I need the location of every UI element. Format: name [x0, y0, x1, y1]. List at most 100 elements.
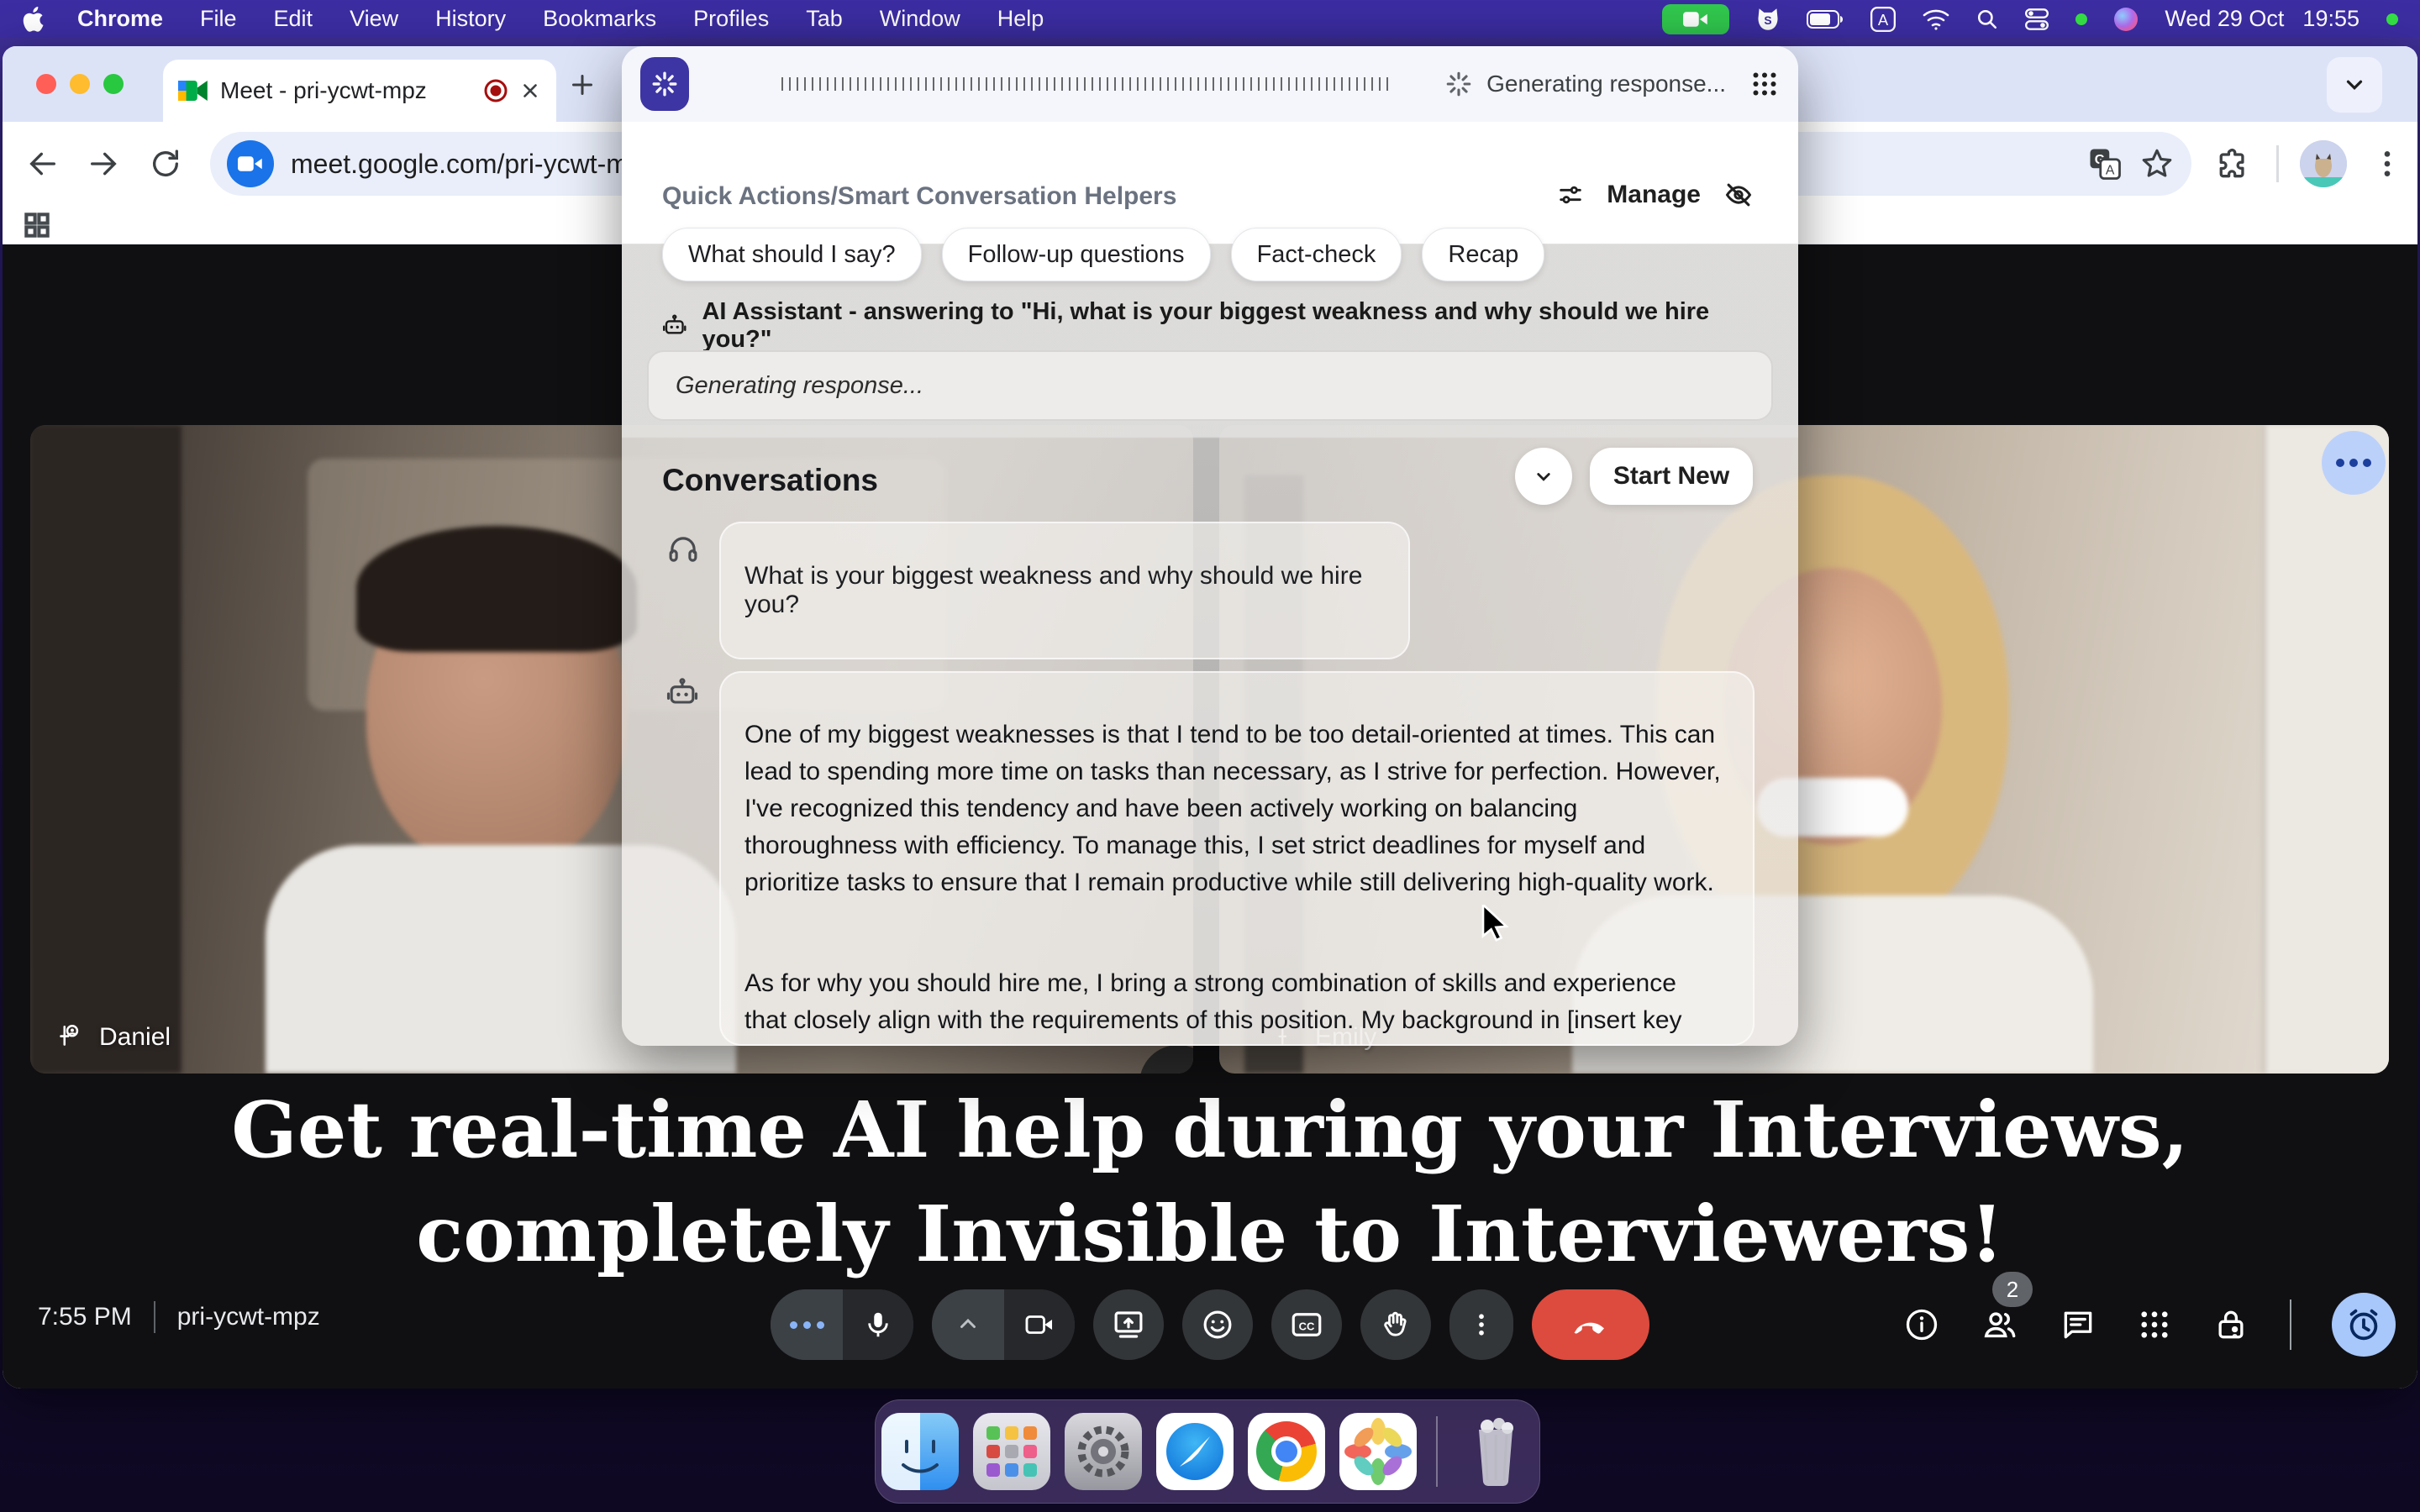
raise-hand-button[interactable] [1360, 1289, 1431, 1360]
macos-dock [875, 1399, 1540, 1504]
camera-icon[interactable] [1004, 1289, 1075, 1360]
panel-header[interactable]: Generating response... [622, 46, 1798, 122]
generating-status: Generating response... [1486, 71, 1726, 97]
extension-floating-button[interactable] [2322, 431, 2386, 495]
activities-grid-icon[interactable] [2137, 1307, 2172, 1342]
translate-icon[interactable]: GA [2087, 146, 2123, 181]
start-new-button[interactable]: Start New [1590, 448, 1753, 505]
zoom-window-button[interactable] [103, 74, 124, 94]
menu-window[interactable]: Window [880, 6, 960, 32]
conversations-title: Conversations [662, 463, 878, 498]
dock-settings-icon[interactable] [1065, 1413, 1142, 1490]
dock-chrome-icon[interactable] [1248, 1413, 1325, 1490]
dock-divider [1436, 1416, 1438, 1487]
input-source-icon[interactable]: A [1870, 7, 1896, 32]
apps-grid-icon[interactable] [1749, 69, 1780, 99]
hide-eye-off-icon[interactable] [1723, 179, 1754, 211]
menu-app-name[interactable]: Chrome [77, 6, 163, 32]
answer-bubble[interactable]: One of my biggest weaknesses is that I t… [719, 671, 1754, 1046]
toolbar-divider [2276, 145, 2279, 182]
more-options-button[interactable] [1449, 1289, 1513, 1360]
manage-control[interactable]: Manage [1556, 179, 1754, 211]
tab-search-chevron-button[interactable] [2327, 57, 2382, 113]
people-button[interactable]: 2 [1981, 1305, 2019, 1344]
control-center-icon[interactable] [2025, 8, 2049, 30]
audio-level-indicator [771, 1289, 843, 1360]
quick-action-what-should-i-say[interactable]: What should I say? [662, 228, 922, 281]
meeting-clock: 7:55 PM [38, 1303, 132, 1331]
captions-button[interactable]: CC [1271, 1289, 1342, 1360]
camera-options-chevron[interactable] [932, 1289, 1004, 1360]
menubar-date[interactable]: Wed 29 Oct [2165, 6, 2284, 32]
site-camera-icon[interactable] [227, 140, 274, 187]
apple-menu-icon[interactable] [22, 7, 44, 32]
answer-paragraph-2: As for why you should hire me, I bring a… [744, 965, 1724, 1046]
wifi-icon[interactable] [1923, 8, 1949, 30]
menu-profiles[interactable]: Profiles [693, 6, 769, 32]
generating-spinner-icon [1444, 70, 1473, 98]
question-text: What is your biggest weakness and why sh… [744, 562, 1385, 619]
profile-avatar[interactable] [2300, 140, 2347, 187]
timer-extension-button[interactable] [2332, 1293, 2396, 1357]
camera-active-indicator[interactable] [1662, 4, 1729, 34]
forward-button[interactable] [87, 147, 120, 181]
menu-edit[interactable]: Edit [274, 6, 313, 32]
cat-app-menu-icon[interactable]: S [1756, 7, 1780, 32]
meeting-info-icon[interactable] [1903, 1306, 1940, 1343]
person-hair [356, 526, 637, 652]
controls-divider [2290, 1299, 2291, 1350]
mic-icon[interactable] [843, 1289, 913, 1360]
question-bubble[interactable]: What is your biggest weakness and why sh… [719, 522, 1410, 659]
browser-tab[interactable]: Meet - pri-ycwt-mpz [163, 60, 556, 122]
host-controls-lock-icon[interactable] [2212, 1306, 2249, 1343]
camera-button[interactable] [932, 1289, 1075, 1360]
audio-waveform [781, 77, 1395, 91]
call-controls: CC [771, 1289, 1649, 1360]
tile-pin-button[interactable] [1139, 1045, 1193, 1074]
chrome-menu-icon[interactable] [2370, 147, 2404, 181]
new-tab-button[interactable] [567, 70, 597, 100]
manage-label: Manage [1607, 181, 1701, 209]
back-button[interactable] [26, 147, 60, 181]
menubar-time[interactable]: 19:55 [2302, 6, 2360, 32]
generating-placeholder: Generating response... [676, 372, 923, 400]
dock-safari-icon[interactable] [1156, 1413, 1234, 1490]
end-call-button[interactable] [1532, 1289, 1649, 1360]
chat-button[interactable] [2060, 1306, 2096, 1343]
quick-action-follow-up-questions[interactable]: Follow-up questions [942, 228, 1211, 281]
conversations-collapse-button[interactable] [1515, 448, 1572, 505]
microphone-button[interactable] [771, 1289, 913, 1360]
spotlight-search-icon[interactable] [1976, 8, 1998, 30]
quick-action-recap[interactable]: Recap [1422, 228, 1544, 281]
menu-help[interactable]: Help [997, 6, 1044, 32]
macos-menu-bar: Chrome File Edit View History Bookmarks … [0, 0, 2420, 38]
overlay-headline-line1: Get real-time AI help during your Interv… [3, 1084, 2417, 1175]
menu-history[interactable]: History [435, 6, 506, 32]
bookmark-star-icon[interactable] [2139, 146, 2175, 181]
reactions-button[interactable] [1182, 1289, 1253, 1360]
dock-launchpad-icon[interactable] [973, 1413, 1050, 1490]
dock-trash-icon[interactable] [1457, 1413, 1534, 1490]
menu-tab[interactable]: Tab [806, 6, 843, 32]
battery-icon[interactable] [1807, 10, 1844, 29]
dock-photos-icon[interactable] [1339, 1413, 1417, 1490]
dock-finder-icon[interactable] [881, 1413, 959, 1490]
tab-close-icon[interactable] [519, 80, 541, 102]
minimize-window-button[interactable] [70, 74, 90, 94]
tab-groups-grid-icon[interactable] [21, 209, 53, 241]
menu-file[interactable]: File [200, 6, 237, 32]
siri-icon[interactable] [2114, 8, 2138, 31]
quick-action-fact-check[interactable]: Fact-check [1231, 228, 1402, 281]
menu-bookmarks[interactable]: Bookmarks [543, 6, 656, 32]
ai-assistant-panel: Generating response... Quick Actions/Sma… [622, 46, 1798, 1046]
sliders-icon [1556, 181, 1585, 209]
svg-text:CC: CC [1299, 1320, 1315, 1332]
svg-text:A: A [2106, 163, 2115, 177]
reload-button[interactable] [149, 147, 182, 181]
menu-view[interactable]: View [350, 6, 398, 32]
extensions-puzzle-icon[interactable] [2214, 145, 2251, 182]
svg-text:A: A [1878, 10, 1889, 28]
assistant-app-icon[interactable] [640, 57, 689, 111]
close-window-button[interactable] [36, 74, 56, 94]
present-screen-button[interactable] [1093, 1289, 1164, 1360]
